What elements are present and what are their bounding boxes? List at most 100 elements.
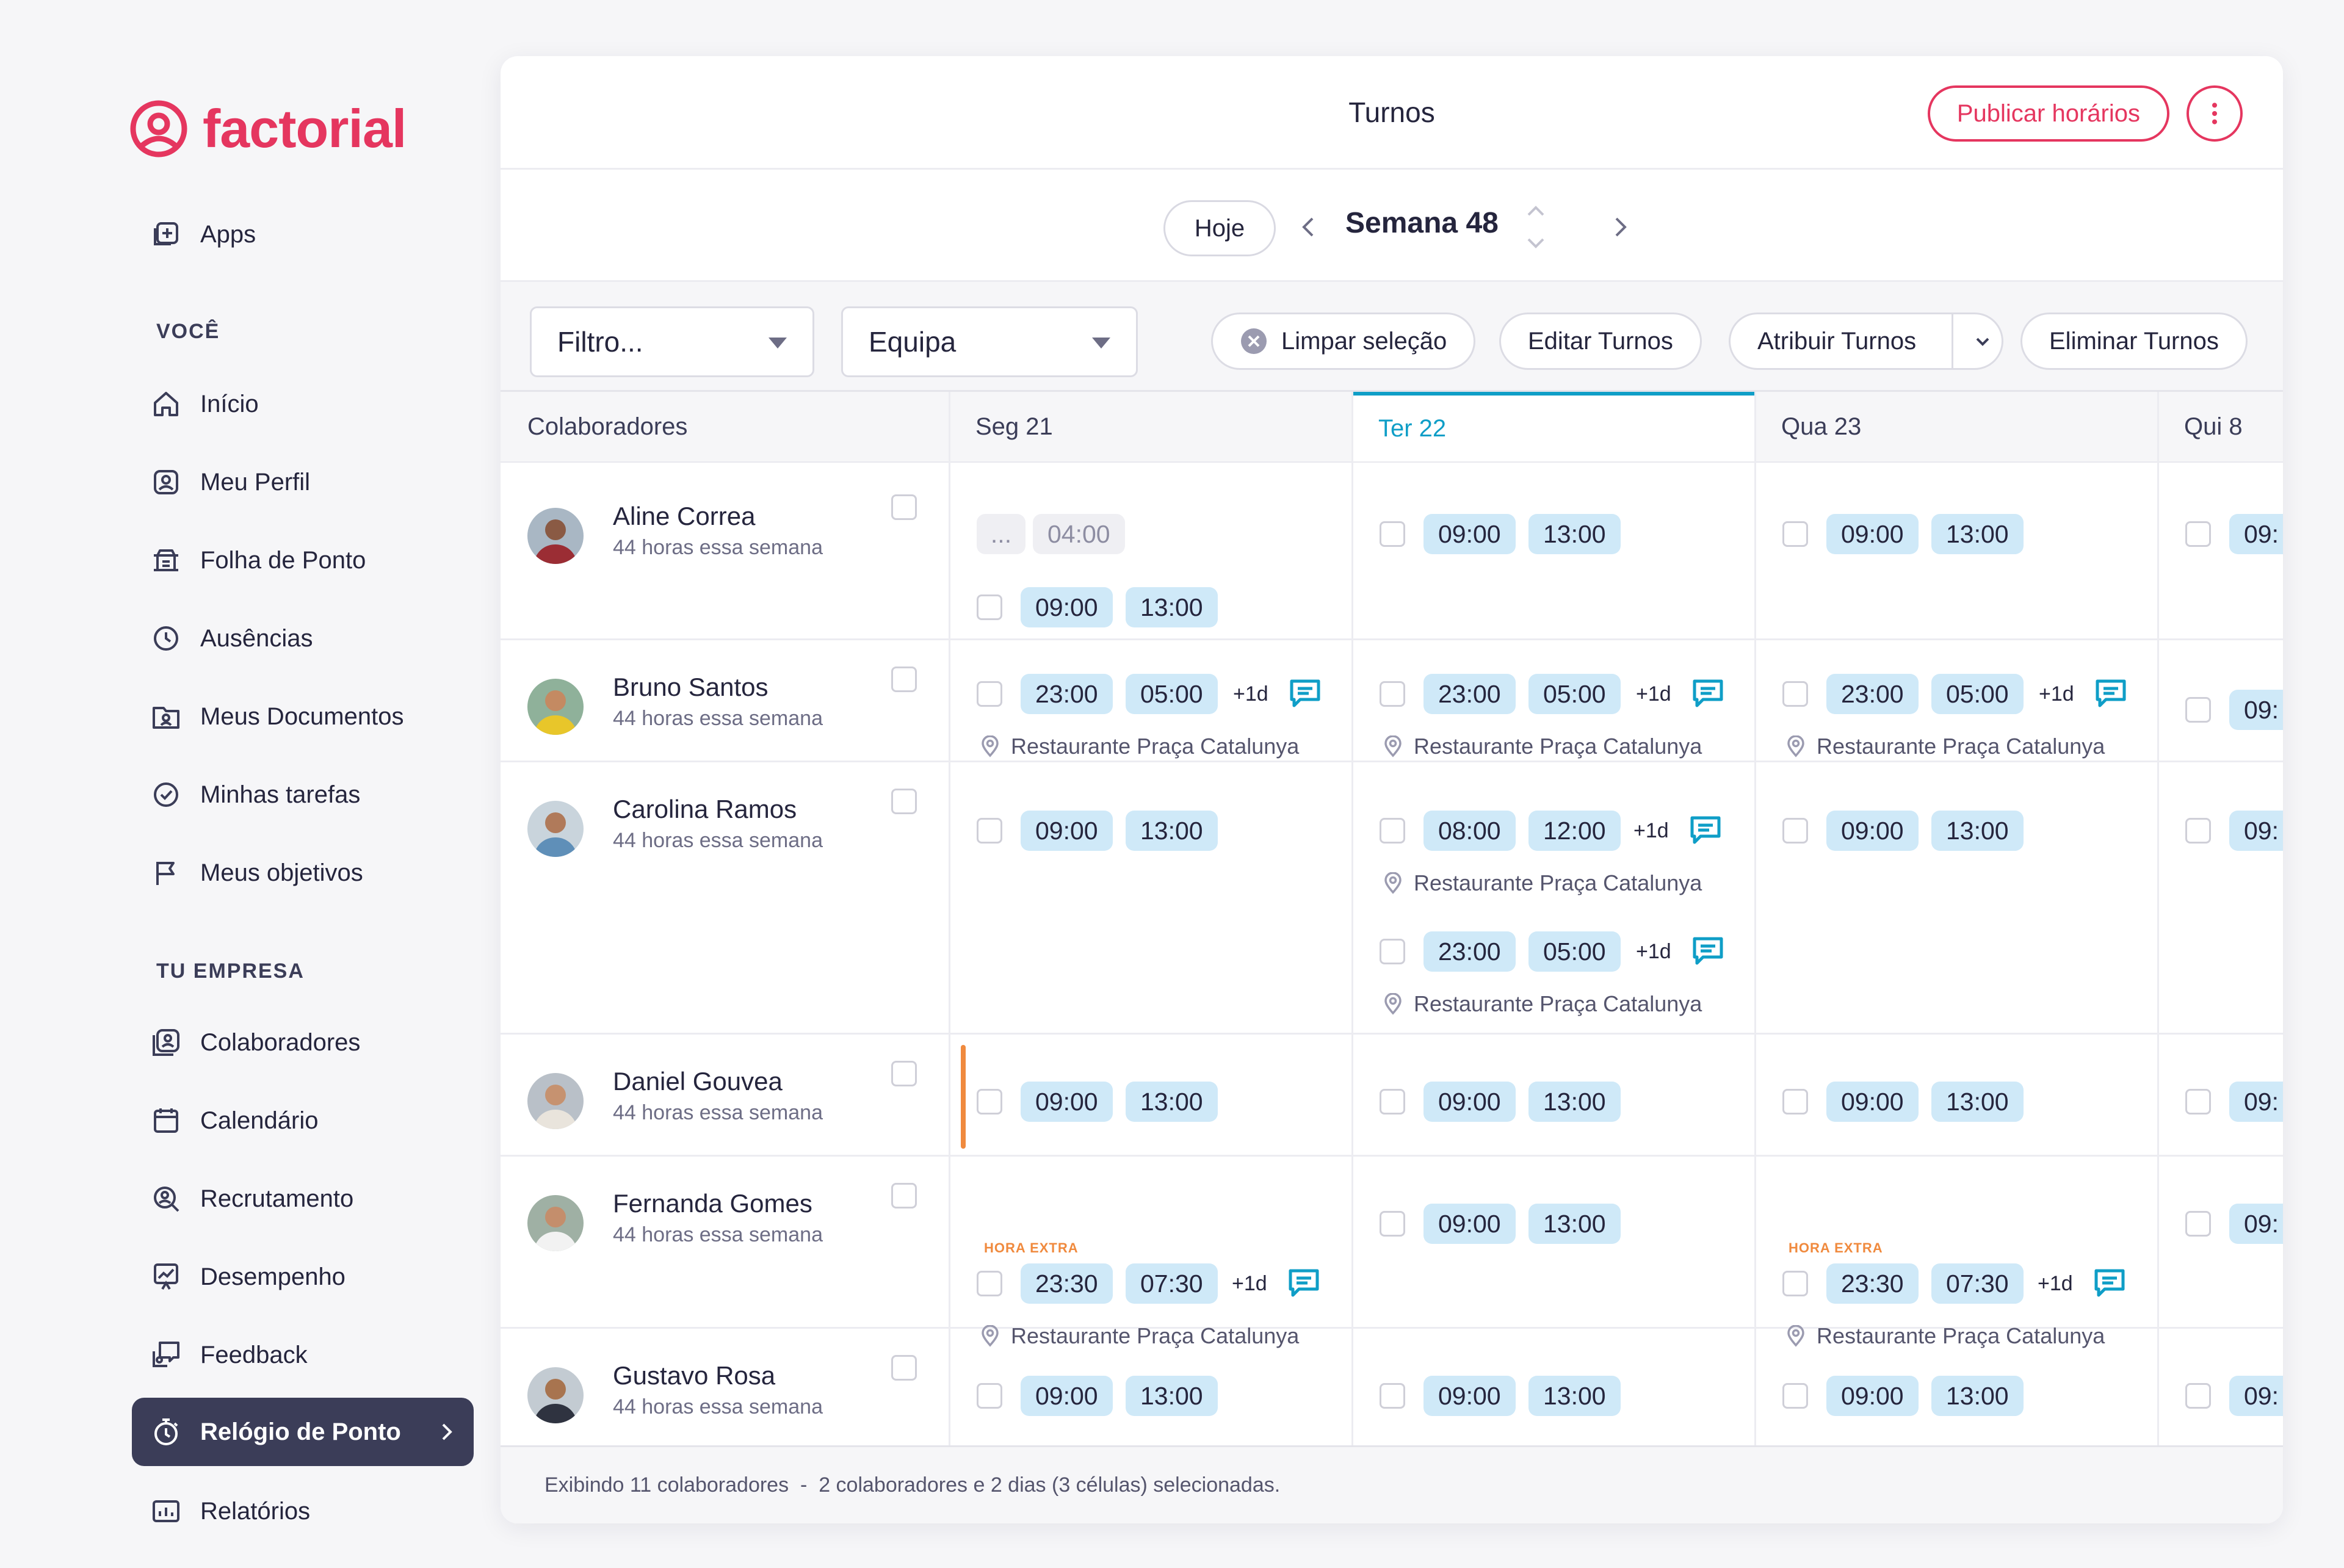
shift-checkbox[interactable] [1380, 818, 1405, 844]
week-stepper-icon[interactable] [1524, 200, 1548, 254]
shift-chip-start[interactable]: 09:00 [1826, 514, 1919, 554]
shift-chip-end[interactable]: 13:00 [1931, 811, 2024, 851]
shift-chip-end[interactable]: 13:00 [1931, 1082, 2024, 1122]
employee-checkbox[interactable] [891, 667, 917, 692]
shift-chip-end[interactable]: 07:30 [1126, 1263, 1218, 1304]
employee-checkbox[interactable] [891, 494, 917, 520]
clear-selection-button[interactable]: Limpar seleção [1211, 313, 1476, 370]
shift-chip-start[interactable]: 09: [2229, 1376, 2283, 1416]
column-header-day[interactable]: Qua 23 [1754, 392, 2157, 463]
shift-chip-start[interactable]: 09:00 [1826, 811, 1919, 851]
more-options-button[interactable] [2187, 85, 2243, 142]
shift-checkbox[interactable] [1782, 1383, 1808, 1409]
shift-chip-end[interactable]: 13:00 [1931, 514, 2024, 554]
shift-checkbox[interactable] [1380, 1211, 1405, 1237]
comment-icon[interactable] [1287, 1266, 1321, 1300]
sidebar-item-relatorios[interactable]: Relatórios [132, 1477, 474, 1545]
shift-chip-start[interactable]: 09: [2229, 1082, 2283, 1122]
shift-checkbox[interactable] [1380, 681, 1405, 707]
factorial-logo[interactable]: factorial [129, 98, 407, 160]
shift-checkbox[interactable] [1782, 521, 1808, 547]
comment-icon[interactable] [1691, 934, 1725, 968]
shift-checkbox[interactable] [977, 1271, 1002, 1296]
shift-chip-end[interactable]: 13:00 [1528, 514, 1621, 554]
sidebar-item-folha-de-ponto[interactable]: Folha de Ponto [132, 526, 474, 594]
shift-chip-start[interactable]: 09: [2229, 514, 2283, 554]
employee-checkbox[interactable] [891, 1061, 917, 1086]
shift-chip-start[interactable]: 09: [2229, 690, 2283, 730]
shift-chip-end[interactable]: 05:00 [1931, 674, 2024, 714]
shift-chip-start[interactable]: 23:30 [1021, 1263, 1113, 1304]
chevron-right-icon[interactable] [1605, 212, 1635, 242]
shift-checkbox[interactable] [1782, 818, 1808, 844]
employee-cell[interactable]: Daniel Gouvea 44 horas essa semana [527, 1067, 823, 1129]
comment-icon[interactable] [2093, 1266, 2127, 1300]
shift-chip-start[interactable]: 09:00 [1423, 1082, 1516, 1122]
shift-chip-end[interactable]: 13:00 [1126, 1376, 1218, 1416]
shift-checkbox[interactable] [1380, 939, 1405, 964]
comment-icon[interactable] [1288, 676, 1322, 710]
shift-chip-end[interactable]: 13:00 [1126, 1082, 1218, 1122]
shift-checkbox[interactable] [977, 594, 1002, 620]
shift-chip-end[interactable]: 13:00 [1126, 587, 1218, 627]
shift-checkbox[interactable] [1380, 1383, 1405, 1409]
shift-checkbox[interactable] [2185, 818, 2211, 844]
shift-chip-start[interactable]: 23:30 [1826, 1263, 1919, 1304]
comment-icon[interactable] [1688, 813, 1723, 847]
employee-cell[interactable]: Aline Correa 44 horas essa semana [527, 502, 823, 564]
comment-icon[interactable] [2094, 676, 2128, 710]
shift-checkbox[interactable] [1782, 1271, 1808, 1296]
shift-checkbox[interactable] [2185, 697, 2211, 723]
shift-checkbox[interactable] [977, 681, 1002, 707]
shift-chip-start[interactable]: 08:00 [1423, 811, 1516, 851]
shift-chip-time[interactable]: 04:00 [1033, 514, 1125, 554]
shift-chip-start[interactable]: 09:00 [1423, 514, 1516, 554]
chevron-down-icon[interactable] [1972, 331, 1993, 352]
employee-cell[interactable]: Gustavo Rosa 44 horas essa semana [527, 1361, 823, 1423]
shift-chip-start[interactable]: 23:00 [1423, 674, 1516, 714]
chevron-left-icon[interactable] [1294, 212, 1323, 242]
shift-chip-start[interactable]: 23:00 [1826, 674, 1919, 714]
shift-chip-end[interactable]: 13:00 [1931, 1376, 2024, 1416]
column-header-day[interactable]: Qui 8 [2157, 392, 2283, 463]
sidebar-item-meus-objetivos[interactable]: Meus objetivos [132, 839, 474, 907]
comment-icon[interactable] [1691, 676, 1725, 710]
sidebar-item-relogio-de-ponto[interactable]: Relógio de Ponto [132, 1398, 474, 1466]
shift-chip-start[interactable]: 09:00 [1021, 811, 1113, 851]
today-button[interactable]: Hoje [1163, 200, 1276, 256]
sidebar-item-minhas-tarefas[interactable]: Minhas tarefas [132, 761, 474, 829]
sidebar-item-calendario[interactable]: Calendário [132, 1086, 474, 1155]
shift-chip-start[interactable]: 09:00 [1826, 1082, 1919, 1122]
employee-cell[interactable]: Fernanda Gomes 44 horas essa semana [527, 1189, 823, 1251]
employee-checkbox[interactable] [891, 789, 917, 814]
shift-chip-start[interactable]: 09:00 [1423, 1376, 1516, 1416]
column-header-day[interactable]: Seg 21 [949, 392, 1351, 463]
shift-chip-end[interactable]: 13:00 [1528, 1204, 1621, 1244]
employee-checkbox[interactable] [891, 1355, 917, 1381]
shift-chip-start[interactable]: 09:00 [1021, 1376, 1113, 1416]
shift-chip-end[interactable]: 05:00 [1528, 931, 1621, 972]
team-select[interactable]: Equipa [841, 306, 1138, 377]
sidebar-item-meus-documentos[interactable]: Meus Documentos [132, 682, 474, 751]
shift-chip-end[interactable]: 05:00 [1126, 674, 1218, 714]
shift-checkbox[interactable] [1782, 681, 1808, 707]
sidebar-item-desempenho[interactable]: Desempenho [132, 1243, 474, 1311]
shift-checkbox[interactable] [977, 818, 1002, 844]
sidebar-item-recrutamento[interactable]: Recrutamento [132, 1165, 474, 1233]
sidebar-item-feedback[interactable]: Feedback [132, 1321, 474, 1389]
employee-cell[interactable]: Bruno Santos 44 horas essa semana [527, 673, 823, 735]
delete-shifts-button[interactable]: Eliminar Turnos [2020, 313, 2248, 370]
shift-chip-start[interactable]: 09: [2229, 1204, 2283, 1244]
employee-checkbox[interactable] [891, 1183, 917, 1209]
sidebar-item-apps[interactable]: Apps [132, 200, 474, 269]
shift-checkbox[interactable] [1782, 1089, 1808, 1115]
shift-chip-start[interactable]: 09: [2229, 811, 2283, 851]
shift-chip-end[interactable]: 13:00 [1528, 1082, 1621, 1122]
shift-checkbox[interactable] [2185, 1383, 2211, 1409]
shift-chip-start[interactable]: 23:00 [1423, 931, 1516, 972]
filter-select[interactable]: Filtro... [530, 306, 814, 377]
sidebar-item-inicio[interactable]: Início [132, 370, 474, 438]
shift-checkbox[interactable] [977, 1089, 1002, 1115]
shift-checkbox[interactable] [1380, 521, 1405, 547]
shift-chip-start[interactable]: 23:00 [1021, 674, 1113, 714]
